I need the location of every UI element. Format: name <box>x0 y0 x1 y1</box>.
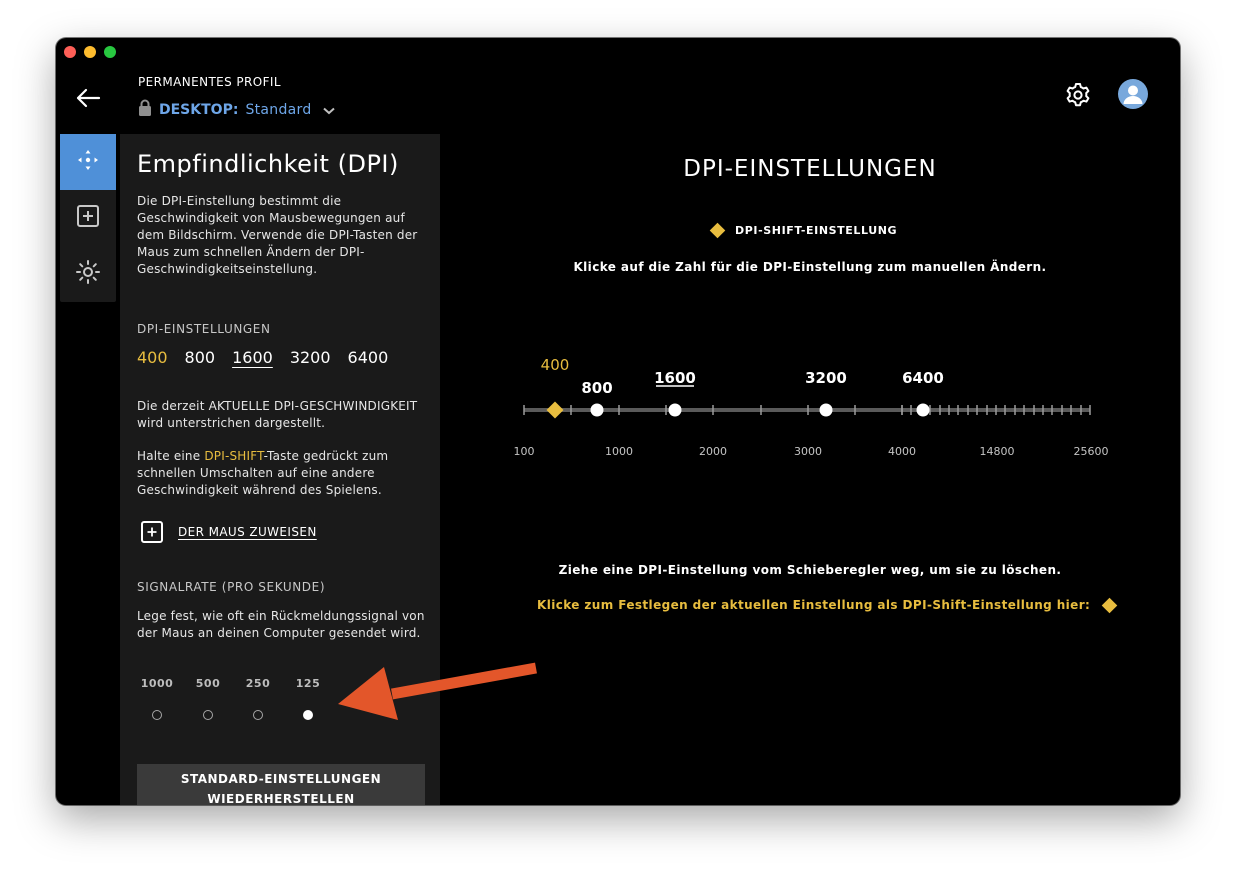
dpi-shift-note-pre: Halte eine <box>137 449 205 463</box>
marker-label-1600[interactable]: 1600 <box>654 369 696 387</box>
scale-label: 100 <box>514 445 535 458</box>
click-number-hint: Klicke auf die Zahl für die DPI-Einstell… <box>573 260 1047 274</box>
chevron-down-icon[interactable] <box>322 100 335 119</box>
rail-item-lighting[interactable] <box>60 246 116 302</box>
dpi-shift-highlight: DPI-SHIFT <box>204 449 264 463</box>
panel-title: Empfindlichkeit (DPI) <box>137 150 399 178</box>
close-window-button[interactable] <box>64 46 76 58</box>
rail-item-assignments[interactable] <box>60 190 116 246</box>
lighting-icon <box>75 259 101 289</box>
marker-handle-400[interactable] <box>546 401 564 419</box>
rail-item-sensitivity[interactable] <box>60 134 116 190</box>
rate-label: 125 <box>295 677 321 690</box>
marker-label-800[interactable]: 800 <box>581 379 612 397</box>
dpi-value-1600[interactable]: 1600 <box>232 348 273 367</box>
dpi-value-400[interactable]: 400 <box>137 348 168 367</box>
marker-handle-6400[interactable] <box>916 403 930 417</box>
restore-defaults-button[interactable]: STANDARD-EINSTELLUNGEN WIEDERHERSTELLEN <box>137 764 425 805</box>
dpi-value-3200[interactable]: 3200 <box>290 348 331 367</box>
current-dpi-note: Die derzeit AKTUELLE DPI-GESCHWINDIGKEIT… <box>137 399 418 430</box>
profile-kind: DESKTOP: <box>159 101 239 118</box>
restore-defaults-line1: STANDARD-EINSTELLUNGEN <box>180 772 382 786</box>
report-rate-description: Lege fest, wie oft ein Rückmeldungssigna… <box>137 609 425 640</box>
marker-label-400[interactable]: 400 <box>541 356 570 374</box>
dpi-shift-note: Halte eine DPI-SHIFT-Taste gedrückt zum … <box>137 448 432 499</box>
app-window: PERMANENTES PROFIL DESKTOP: Standard Emp… <box>56 38 1180 805</box>
marker-label-3200[interactable]: 3200 <box>805 369 847 387</box>
plus-square-icon <box>141 521 163 543</box>
profile-selector[interactable]: DESKTOP: Standard <box>138 99 335 120</box>
scale-label: 2000 <box>699 445 727 458</box>
marker-handle-800[interactable] <box>590 403 604 417</box>
profile-name: Standard <box>245 101 312 118</box>
marker-label-6400[interactable]: 6400 <box>902 369 944 387</box>
marker-handle-3200[interactable] <box>819 403 833 417</box>
set-shift-diamond-icon[interactable] <box>1101 597 1118 613</box>
assign-to-mouse-button[interactable]: DER MAUS ZUWEISEN <box>141 521 317 543</box>
drag-delete-hint: Ziehe eine DPI-Einstellung vom Schiebere… <box>558 563 1062 577</box>
back-arrow-icon[interactable] <box>74 86 102 110</box>
rate-radio[interactable] <box>253 710 263 720</box>
rate-option-125[interactable]: 125 <box>288 677 328 720</box>
side-rail <box>60 134 116 302</box>
scale-label: 1000 <box>605 445 633 458</box>
dpi-value-800[interactable]: 800 <box>185 348 216 367</box>
rate-label: 250 <box>245 677 271 690</box>
dpi-shift-legend-label: DPI-SHIFT-EINSTELLUNG <box>735 224 898 237</box>
rate-label: 1000 <box>140 677 174 690</box>
scale-label: 3000 <box>794 445 822 458</box>
rate-radio-selected[interactable] <box>303 710 313 720</box>
plus-square-icon <box>76 204 100 232</box>
rate-label: 500 <box>195 677 221 690</box>
set-shift-hint-label: Klicke zum Festlegen der aktuellen Einst… <box>537 598 1091 612</box>
scale-label: 14800 <box>980 445 1015 458</box>
restore-defaults-line2: WIEDERHERSTELLEN <box>207 792 355 805</box>
set-shift-hint[interactable]: Klicke zum Festlegen der aktuellen Einst… <box>537 597 1118 613</box>
profile-label: PERMANENTES PROFIL <box>138 75 281 89</box>
user-avatar-icon[interactable] <box>1118 79 1148 109</box>
scale-label: 25600 <box>1074 445 1109 458</box>
dpi-description: Die DPI-Einstellung bestimmt die Geschwi… <box>137 194 418 276</box>
rate-option-500[interactable]: 500 <box>188 677 228 720</box>
rate-radio[interactable] <box>203 710 213 720</box>
dpi-value-6400[interactable]: 6400 <box>348 348 389 367</box>
gear-icon[interactable] <box>1064 81 1092 109</box>
minimize-window-button[interactable] <box>84 46 96 58</box>
slider-scale: 100 1000 2000 3000 4000 14800 25600 <box>514 445 1109 458</box>
dpi-shift-legend: DPI-SHIFT-EINSTELLUNG <box>709 222 898 239</box>
settings-panel: Empfindlichkeit (DPI) Die DPI-Einstellun… <box>120 134 440 805</box>
dpi-shift-diamond-icon <box>709 222 726 239</box>
zoom-window-button[interactable] <box>104 46 116 58</box>
main-title: DPI-EINSTELLUNGEN <box>683 156 937 182</box>
dpi-slider[interactable]: 100 1000 2000 3000 4000 14800 25600 400 … <box>496 338 1136 468</box>
dpi-values-list: 400 800 1600 3200 6400 <box>137 348 388 367</box>
dpi-settings-heading: DPI-EINSTELLUNGEN <box>137 322 271 336</box>
report-rate-heading: SIGNALRATE (PRO SEKUNDE) <box>137 580 326 594</box>
scale-label: 4000 <box>888 445 916 458</box>
rate-radio[interactable] <box>152 710 162 720</box>
rate-option-250[interactable]: 250 <box>238 677 278 720</box>
move-arrows-icon <box>75 147 101 177</box>
window-controls <box>64 46 116 58</box>
rate-option-1000[interactable]: 1000 <box>137 677 177 720</box>
assign-to-mouse-label: DER MAUS ZUWEISEN <box>178 525 317 539</box>
lock-icon <box>138 99 152 120</box>
marker-handle-1600[interactable] <box>668 403 682 417</box>
